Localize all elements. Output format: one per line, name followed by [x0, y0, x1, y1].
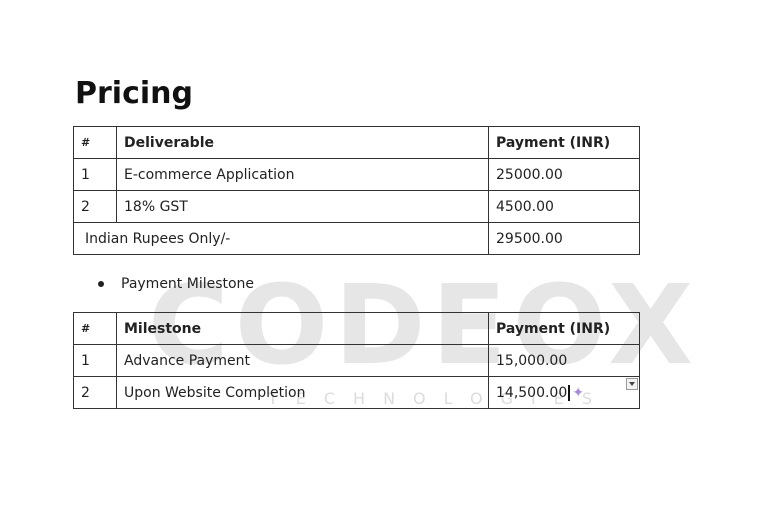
row-number[interactable]: 2: [73, 376, 117, 409]
row-deliverable[interactable]: E-commerce Application: [116, 158, 489, 191]
row-number[interactable]: 1: [73, 344, 117, 377]
row-payment[interactable]: 15,000.00: [488, 344, 640, 377]
table-row: 1 Advance Payment 15,000.00: [73, 344, 640, 377]
header-number[interactable]: #: [73, 312, 117, 345]
text-cursor: [568, 384, 571, 401]
row-payment[interactable]: 4500.00: [488, 190, 640, 223]
row-number[interactable]: 1: [73, 158, 117, 191]
pricing-table: # Deliverable Payment (INR) 1 E-commerce…: [73, 126, 640, 255]
row-payment-cell[interactable]: 14,500.00 ✦: [488, 376, 640, 409]
row-number[interactable]: 2: [73, 190, 117, 223]
table-row: 2 Upon Website Completion 14,500.00 ✦: [73, 376, 640, 409]
table-header-row: # Deliverable Payment (INR): [73, 126, 640, 159]
bullet-item[interactable]: Payment Milestone: [98, 276, 254, 292]
header-payment[interactable]: Payment (INR): [488, 126, 640, 159]
total-label[interactable]: Indian Rupees Only/-: [73, 222, 489, 255]
row-payment[interactable]: 25000.00: [488, 158, 640, 191]
table-total-row: Indian Rupees Only/- 29500.00: [73, 222, 640, 255]
table-row: 2 18% GST 4500.00: [73, 190, 640, 223]
row-deliverable[interactable]: 18% GST: [116, 190, 489, 223]
header-payment[interactable]: Payment (INR): [488, 312, 640, 345]
header-deliverable[interactable]: Deliverable: [116, 126, 489, 159]
table-header-row: # Milestone Payment (INR): [73, 312, 640, 345]
dropdown-arrow-icon[interactable]: [626, 378, 638, 390]
page-title: Pricing: [75, 76, 193, 111]
milestone-table: # Milestone Payment (INR) 1 Advance Paym…: [73, 312, 640, 409]
table-row: 1 E-commerce Application 25000.00: [73, 158, 640, 191]
row-payment: 14,500.00: [496, 384, 568, 401]
header-milestone[interactable]: Milestone: [116, 312, 489, 345]
row-milestone[interactable]: Advance Payment: [116, 344, 489, 377]
total-value[interactable]: 29500.00: [488, 222, 640, 255]
bullet-dot-icon: [98, 281, 104, 287]
sparkle-icon[interactable]: ✦: [572, 385, 584, 401]
bullet-label: Payment Milestone: [121, 276, 255, 292]
header-number[interactable]: #: [73, 126, 117, 159]
row-milestone[interactable]: Upon Website Completion: [116, 376, 489, 409]
